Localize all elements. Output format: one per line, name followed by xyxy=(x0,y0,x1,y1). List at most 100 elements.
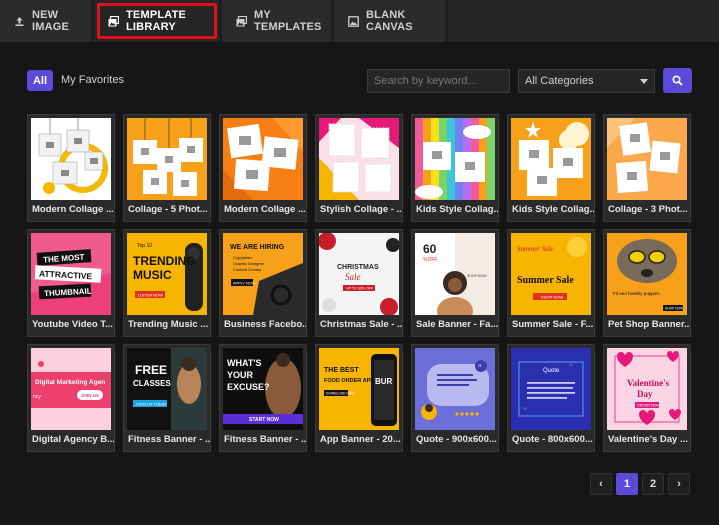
template-thumbnail: ” xyxy=(415,348,495,430)
template-title: Summer Sale - F... xyxy=(512,319,594,330)
thumb-text: LISTEN NOW xyxy=(138,293,163,298)
thumb-text: WHAT'S xyxy=(227,358,261,368)
template-card[interactable]: CHRISTMAS Sale UP TO 30% OFF Christmas S… xyxy=(315,229,403,337)
template-card[interactable]: WHAT'S YOUR EXCUSE? START NOW Fitness Ba… xyxy=(219,344,307,452)
template-title: Quote - 800x600... xyxy=(512,434,593,445)
template-card[interactable]: Summer Sale Summer Sale SHOP NOW Summer … xyxy=(507,229,595,337)
thumb-text: Top 10 xyxy=(137,243,152,249)
template-card[interactable]: Valentine's Day ORDER NOW Valentine's Da… xyxy=(603,344,691,452)
thumb-text: JOIN US xyxy=(81,393,99,398)
category-select-value: All Categories xyxy=(525,75,594,87)
thumb-text: Fit and healthy puppies. xyxy=(613,291,661,296)
template-card[interactable]: Stylish Collage - ... xyxy=(315,114,403,222)
tab-blank-canvas[interactable]: BLANK CANVAS xyxy=(334,0,445,42)
thumb-text: Quote xyxy=(543,368,560,374)
template-title: Modern Collage ... xyxy=(32,204,114,215)
tab-label: MY TEMPLATES xyxy=(254,9,322,33)
template-thumbnail xyxy=(607,118,687,200)
thumb-text: SHOP NOW xyxy=(467,274,487,278)
thumb-text: EXCUSE? xyxy=(227,382,270,392)
tab-label: TEMPLATE LIBRARY xyxy=(126,9,187,33)
thumb-text: FOOD ORDER APP xyxy=(324,378,374,384)
template-card[interactable]: FREE CLASSES SIGN UP TODAY Fitness Banne… xyxy=(123,344,211,452)
caret-down-icon xyxy=(640,78,648,84)
template-thumbnail: Top 10 TRENDING MUSIC LISTEN NOW xyxy=(127,233,207,315)
template-card[interactable]: Modern Collage ... xyxy=(219,114,307,222)
template-card[interactable]: THE MOST ATTRACTIVE THUMBNAIL Youtube Vi… xyxy=(27,229,115,337)
template-card[interactable]: Top 10 TRENDING MUSIC LISTEN NOW Trendin… xyxy=(123,229,211,337)
thumb-text: Valentine's xyxy=(627,378,670,388)
tab-bar-spacer xyxy=(448,0,719,42)
thumb-text: 60 xyxy=(423,242,437,256)
template-title: Kids Style Collag... xyxy=(512,204,594,215)
template-thumbnail: CHRISTMAS Sale UP TO 30% OFF xyxy=(319,233,399,315)
template-title: Fitness Banner - ... xyxy=(224,434,306,445)
template-thumbnail: Valentine's Day ORDER NOW xyxy=(607,348,687,430)
image-gallery-icon xyxy=(236,15,247,27)
tab-new-image[interactable]: NEW IMAGE xyxy=(0,0,91,42)
template-card[interactable]: Kids Style Collag... xyxy=(411,114,499,222)
template-card[interactable]: Quote “ ” Quote - 800x600... xyxy=(507,344,595,452)
thumb-text: MUSIC xyxy=(133,268,172,282)
tab-my-templates[interactable]: MY TEMPLATES xyxy=(222,0,331,42)
thumb-text: ” xyxy=(478,363,482,372)
tab-label: NEW IMAGE xyxy=(32,9,70,33)
template-card[interactable]: Modern Collage ... xyxy=(27,114,115,222)
tab-label: BLANK CANVAS xyxy=(366,9,413,33)
thumb-text: SHOP NOW xyxy=(665,307,684,311)
thumb-text: Content Creator xyxy=(233,267,262,272)
template-title: Pet Shop Banner... xyxy=(608,319,690,330)
template-thumbnail xyxy=(511,118,591,200)
template-card[interactable]: Collage - 5 Phot... xyxy=(123,114,211,222)
template-thumbnail: WE ARE HIRING Copywriter Graphic Designe… xyxy=(223,233,303,315)
thumb-text: “ xyxy=(569,362,573,372)
thumb-text: UP TO 30% OFF xyxy=(346,287,374,291)
template-title: Collage - 5 Phot... xyxy=(128,204,208,215)
thumb-text: CLASSES xyxy=(133,379,171,388)
thumb-text: START NOW xyxy=(249,417,279,423)
search-input[interactable] xyxy=(367,69,510,93)
template-card[interactable]: WE ARE HIRING Copywriter Graphic Designe… xyxy=(219,229,307,337)
template-title: Stylish Collage - ... xyxy=(320,204,402,215)
template-title: Sale Banner - Fa... xyxy=(416,319,498,330)
thumb-text: YOUR xyxy=(227,370,254,380)
my-favorites-link[interactable]: My Favorites xyxy=(61,74,124,86)
thumb-text: Summer Sale xyxy=(517,275,574,286)
thumb-text: THE BEST xyxy=(324,367,359,374)
template-title: Valentine's Day ... xyxy=(608,434,688,445)
template-card[interactable]: Kids Style Collag... xyxy=(507,114,595,222)
template-card[interactable]: 60 %OFF SHOP NOW Sale Banner - Fa... xyxy=(411,229,499,337)
next-page-button[interactable]: › xyxy=(668,473,690,495)
thumb-text: Day xyxy=(637,389,653,399)
thumb-text: CHRISTMAS xyxy=(337,264,379,271)
page-1-button[interactable]: 1 xyxy=(616,473,638,495)
template-card[interactable]: Digital Marketing Agen JOIN US ncy Digit… xyxy=(27,344,115,452)
template-thumbnail: Quote “ ” xyxy=(511,348,591,430)
all-filter-button[interactable]: All xyxy=(27,70,53,91)
thumb-text: SHOP NOW xyxy=(541,295,563,300)
template-title: Digital Agency B... xyxy=(32,434,114,445)
template-thumbnail xyxy=(31,118,111,200)
category-select[interactable]: All Categories xyxy=(518,69,655,93)
template-title: Modern Collage ... xyxy=(224,204,306,215)
thumb-text: WE ARE HIRING xyxy=(230,244,285,251)
template-title: Youtube Video T... xyxy=(32,319,113,330)
thumb-text: TRENDING xyxy=(133,254,196,268)
thumb-text: Digital Marketing Agen xyxy=(35,379,105,386)
thumb-text: ” xyxy=(523,406,527,416)
search-icon xyxy=(672,75,683,86)
page-2-button[interactable]: 2 xyxy=(642,473,664,495)
prev-page-button[interactable]: ‹ xyxy=(590,473,612,495)
template-thumbnail: Summer Sale Summer Sale SHOP NOW xyxy=(511,233,591,315)
template-card[interactable]: Collage - 3 Phot... xyxy=(603,114,691,222)
template-thumbnail xyxy=(415,118,495,200)
template-thumbnail xyxy=(319,118,399,200)
template-title: Collage - 3 Phot... xyxy=(608,204,688,215)
template-thumbnail: BUR THE BEST FOOD ORDER APP DOWNLOAD NOW xyxy=(319,348,399,430)
template-card[interactable]: BUR THE BEST FOOD ORDER APP DOWNLOAD NOW… xyxy=(315,344,403,452)
template-card[interactable]: ” Quote - 900x600... xyxy=(411,344,499,452)
thumb-text: FREE xyxy=(135,363,167,377)
search-button[interactable] xyxy=(663,68,692,93)
tab-template-library[interactable]: TEMPLATE LIBRARY xyxy=(94,0,219,42)
template-card[interactable]: Fit and healthy puppies. SHOP NOW Pet Sh… xyxy=(603,229,691,337)
